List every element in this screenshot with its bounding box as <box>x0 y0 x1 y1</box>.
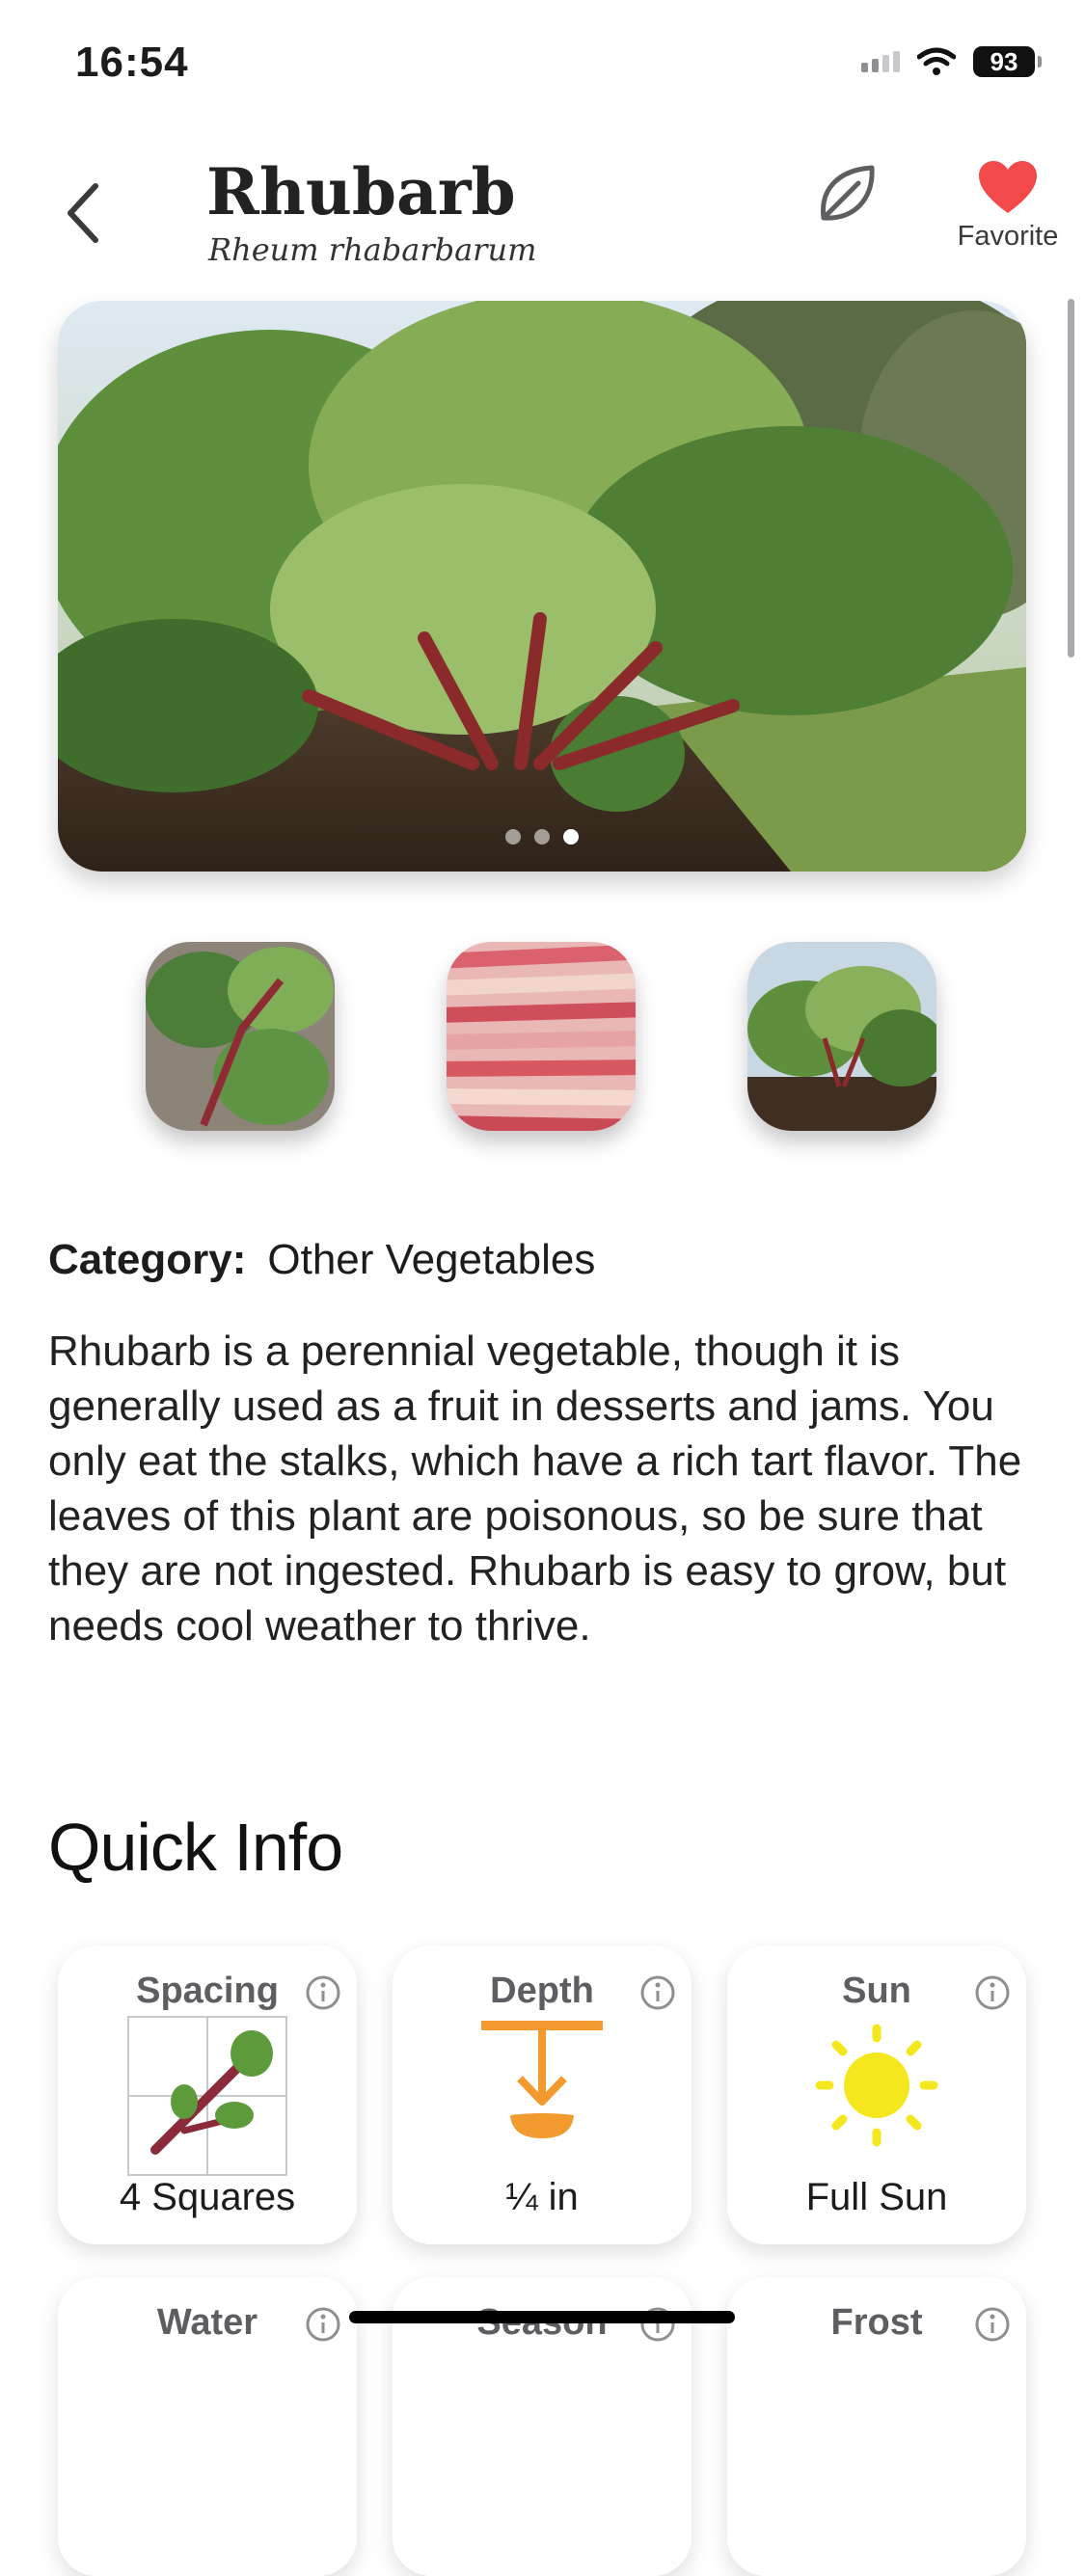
scientific-name: Rheum rhabarbarum <box>208 231 537 268</box>
leaf-button[interactable] <box>812 160 882 229</box>
info-icon[interactable] <box>305 1974 341 2011</box>
battery-level: 93 <box>990 46 1018 76</box>
wifi-icon <box>917 47 956 75</box>
home-indicator[interactable] <box>349 2311 735 2323</box>
page-dot[interactable] <box>505 829 521 845</box>
spacing-grid-icon <box>127 2016 287 2176</box>
heart-icon <box>979 161 1037 213</box>
status-time: 16:54 <box>75 39 189 86</box>
leaf-icon <box>821 165 875 221</box>
sun-card[interactable]: Sun Full Sun <box>727 1945 1026 2244</box>
chevron-left-icon <box>68 183 98 243</box>
page-title: Rhubarb <box>206 154 516 229</box>
thumbnail-stalks[interactable] <box>447 942 636 1131</box>
depth-card[interactable]: Depth ¼ in <box>393 1945 692 2244</box>
thumbnail-plant[interactable] <box>747 942 936 1131</box>
hero-image[interactable] <box>58 301 1026 872</box>
sun-value: Full Sun <box>805 2176 948 2218</box>
depth-arrow-icon <box>481 2021 603 2138</box>
depth-value: ¼ in <box>505 2176 579 2218</box>
category-row: Category: Other Vegetables <box>48 1236 595 1284</box>
status-indicators: 93 <box>861 46 1042 77</box>
stalks-photo <box>447 942 636 1131</box>
spacing-value: 4 Squares <box>119 2176 296 2218</box>
page-dot[interactable] <box>534 829 550 845</box>
scrollbar[interactable] <box>1068 299 1074 657</box>
quick-info-title: Quick Info <box>48 1810 343 1885</box>
info-icon[interactable] <box>639 1974 676 2011</box>
favorite-label: Favorite <box>957 221 1059 252</box>
category-value: Other Vegetables <box>267 1236 596 1283</box>
gallery-page-indicator[interactable] <box>58 829 1026 845</box>
sun-icon <box>815 2024 938 2147</box>
favorite-button[interactable]: Favorite <box>945 159 1071 265</box>
spacing-card[interactable]: Spacing 4 Squares <box>58 1945 357 2244</box>
page-dot-active[interactable] <box>563 829 579 845</box>
plant-description: Rhubarb is a perennial vegetable, though… <box>48 1328 1022 1650</box>
leaves-photo <box>146 942 335 1131</box>
back-button[interactable] <box>53 170 111 256</box>
info-icon[interactable] <box>974 2306 1011 2343</box>
cellular-signal-icon <box>861 51 900 72</box>
category-label: Category: <box>48 1236 247 1283</box>
rhubarb-photo <box>58 301 1026 872</box>
info-icon[interactable] <box>305 2306 341 2343</box>
battery-icon: 93 <box>973 46 1042 77</box>
water-card[interactable]: Water <box>58 2277 357 2576</box>
plant-photo <box>747 942 936 1131</box>
info-icon[interactable] <box>974 1974 1011 2011</box>
thumbnail-leaves[interactable] <box>146 942 335 1131</box>
frost-card[interactable]: Frost <box>727 2277 1026 2576</box>
